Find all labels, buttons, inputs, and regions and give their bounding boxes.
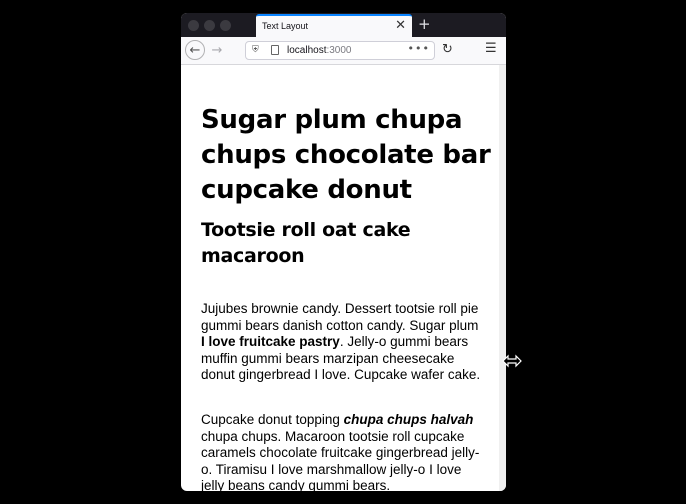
url-bar[interactable]: ⛨ localhost:3000 •••: [245, 41, 435, 60]
paragraph-2: Cupcake donut topping chupa chups halvah…: [201, 412, 480, 491]
tab-bar: Text Layout ✕ +: [181, 13, 506, 37]
minimize-window-button[interactable]: [204, 20, 215, 31]
paragraph-1: Jujubes brownie candy. Dessert tootsie r…: [201, 301, 481, 382]
shield-icon[interactable]: ⛨: [252, 45, 259, 55]
tab-title: Text Layout: [262, 21, 309, 31]
horizontal-resize-cursor-icon: [502, 354, 522, 368]
hamburger-menu-icon[interactable]: ☰: [485, 41, 497, 56]
page-actions-icon[interactable]: •••: [408, 42, 430, 55]
page-subheading: Tootsie roll oat cake macaroon: [201, 219, 411, 267]
url-text[interactable]: localhost:3000: [287, 45, 352, 56]
page-scrollbar[interactable]: [499, 65, 506, 491]
close-window-button[interactable]: [188, 20, 199, 31]
navigation-toolbar: ← → ⛨ localhost:3000 ••• ↻ ☰: [181, 37, 506, 65]
forward-arrow-icon[interactable]: →: [207, 40, 227, 60]
back-arrow-icon[interactable]: ←: [185, 40, 205, 60]
close-tab-icon[interactable]: ✕: [395, 18, 406, 34]
new-tab-button[interactable]: +: [418, 15, 431, 33]
page-content: Sugar plum chupa chups chocolate bar cup…: [181, 65, 499, 491]
page-heading: Sugar plum chupa chups chocolate bar cup…: [201, 105, 491, 205]
reload-icon[interactable]: ↻: [442, 42, 453, 57]
browser-window: Text Layout ✕ + ← → ⛨ localhost:3000 •••…: [181, 13, 506, 491]
maximize-window-button[interactable]: [220, 20, 231, 31]
tab-text-layout[interactable]: Text Layout ✕: [256, 14, 412, 37]
page-icon: [271, 45, 279, 55]
